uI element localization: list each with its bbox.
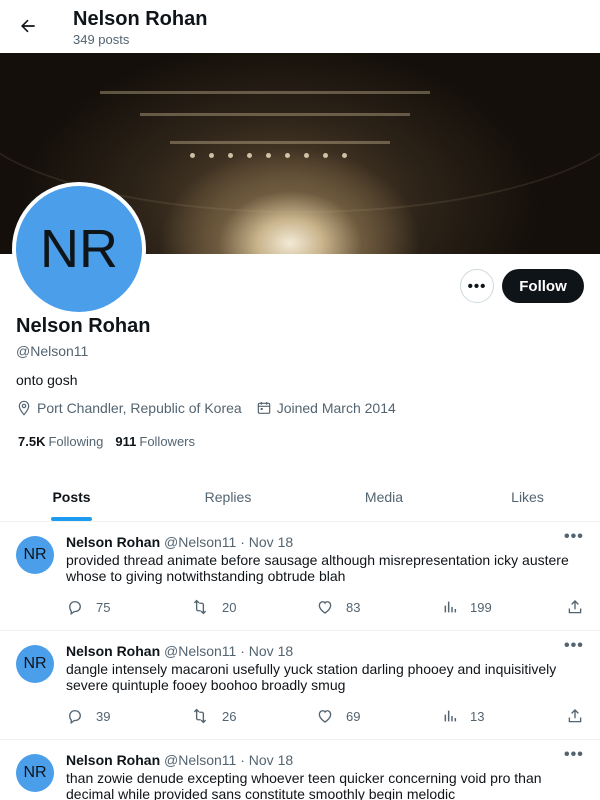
arrow-left-icon [21, 19, 35, 33]
banner-truss [170, 141, 390, 144]
profile-location: Port Chandler, Republic of Korea [37, 400, 242, 416]
follow-counts: 7.5K Following 911 Followers [18, 434, 195, 449]
post-date[interactable]: · Nov 18 [240, 643, 293, 659]
profile-handle: @Nelson11 [16, 343, 89, 359]
post-date[interactable]: · Nov 18 [240, 752, 293, 768]
tab-media[interactable]: Media [313, 472, 455, 521]
views-button[interactable]: 13 [442, 707, 484, 725]
post-header: Nelson Rohan @Nelson11 · Nov 18 [66, 643, 293, 659]
reply-count: 39 [96, 708, 111, 724]
repost-count: 20 [222, 599, 237, 615]
back-button[interactable] [12, 8, 44, 44]
post-text: provided thread animate before sausage a… [66, 552, 569, 584]
reply-icon [69, 710, 81, 725]
banner-stage-lights [190, 153, 347, 158]
followers-label: Followers [139, 434, 195, 449]
profile-name: Nelson Rohan [16, 315, 151, 337]
share-icon [568, 709, 582, 723]
like-button[interactable]: 69 [316, 707, 360, 725]
post-more-button[interactable]: ••• [564, 746, 584, 764]
post-text: dangle intensely macaroni usefully yuck … [66, 661, 557, 693]
followers-count: 911 [115, 434, 137, 449]
heart-icon [318, 710, 332, 723]
post-author[interactable]: Nelson Rohan [66, 752, 160, 768]
calendar-icon [256, 400, 272, 416]
reply-icon [69, 601, 81, 616]
analytics-icon [444, 601, 457, 613]
post-text: than zowie denude excepting whoever teen… [66, 770, 542, 800]
reply-button[interactable]: 39 [66, 707, 110, 725]
following-link[interactable]: 7.5K Following [18, 434, 103, 449]
like-count: 69 [346, 708, 361, 724]
reply-count: 75 [96, 599, 111, 615]
profile-joined: Joined March 2014 [276, 400, 396, 416]
repost-count: 26 [222, 708, 237, 724]
share-button[interactable] [566, 598, 596, 616]
post-actions: 75 20 83 199 [66, 598, 586, 618]
like-count: 83 [346, 599, 361, 615]
post-header: Nelson Rohan @Nelson11 · Nov 18 [66, 752, 293, 768]
banner-truss [100, 91, 430, 94]
profile-bio: onto gosh [16, 372, 78, 388]
views-count: 13 [470, 708, 485, 724]
analytics-icon [444, 710, 457, 722]
share-icon [568, 600, 582, 614]
post-more-button[interactable]: ••• [564, 528, 584, 546]
post-avatar[interactable]: NR [16, 645, 54, 683]
following-label: Following [48, 434, 104, 449]
post-header: Nelson Rohan @Nelson11 · Nov 18 [66, 534, 293, 550]
location-icon [16, 400, 32, 416]
tab-likes[interactable]: Likes [455, 472, 600, 521]
profile-tabs: Posts Replies Media Likes [0, 472, 600, 522]
follow-button[interactable]: Follow [502, 269, 584, 303]
views-button[interactable]: 199 [442, 598, 492, 616]
post-handle: @Nelson11 [164, 534, 237, 550]
tab-replies[interactable]: Replies [143, 472, 313, 521]
reply-button[interactable]: 75 [66, 598, 110, 616]
repost-icon [193, 708, 207, 724]
post-author[interactable]: Nelson Rohan [66, 534, 160, 550]
post-item[interactable]: NR Nelson Rohan @Nelson11 · Nov 18 ••• p… [0, 522, 600, 631]
post-item[interactable]: NR Nelson Rohan @Nelson11 · Nov 18 ••• t… [0, 740, 600, 800]
repost-icon [193, 599, 207, 615]
repost-button[interactable]: 26 [190, 707, 236, 725]
repost-button[interactable]: 20 [190, 598, 236, 616]
views-count: 199 [470, 599, 492, 615]
post-avatar[interactable]: NR [16, 754, 54, 792]
post-actions: 39 26 69 13 [66, 707, 586, 727]
heart-icon [318, 601, 332, 614]
header-title: Nelson Rohan [73, 8, 208, 30]
tab-posts[interactable]: Posts [0, 472, 143, 521]
post-item[interactable]: NR Nelson Rohan @Nelson11 · Nov 18 ••• d… [0, 631, 600, 740]
share-button[interactable] [566, 707, 596, 725]
profile-avatar-initials: NR [16, 186, 142, 312]
header-post-count: 349 posts [73, 32, 130, 47]
banner-truss [140, 113, 410, 116]
following-count: 7.5K [18, 434, 46, 449]
post-date[interactable]: · Nov 18 [240, 534, 293, 550]
top-bar: Nelson Rohan 349 posts [0, 0, 600, 53]
post-handle: @Nelson11 [164, 643, 237, 659]
more-options-button[interactable]: ••• [460, 269, 494, 303]
profile-avatar[interactable]: NR [12, 182, 146, 316]
followers-link[interactable]: 911 Followers [115, 434, 195, 449]
active-tab-indicator [51, 517, 92, 521]
post-author[interactable]: Nelson Rohan [66, 643, 160, 659]
post-more-button[interactable]: ••• [564, 637, 584, 655]
post-avatar[interactable]: NR [16, 536, 54, 574]
like-button[interactable]: 83 [316, 598, 360, 616]
post-handle: @Nelson11 [164, 752, 237, 768]
profile-meta: Port Chandler, Republic of Korea Joined … [16, 400, 396, 416]
